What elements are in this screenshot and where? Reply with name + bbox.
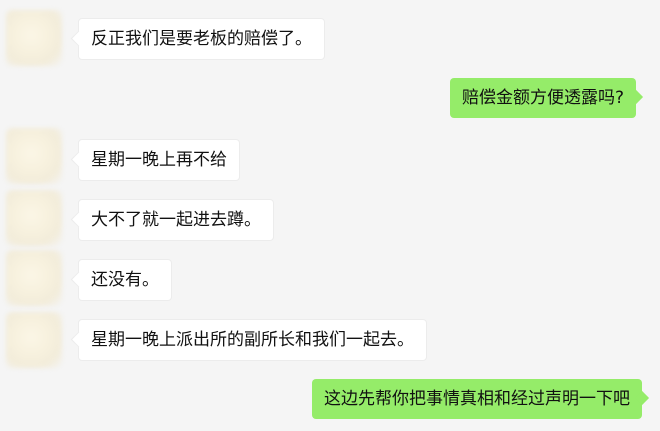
message-bubble-incoming[interactable]: 还没有。 (78, 259, 172, 301)
message-bubble-incoming[interactable]: 反正我们是要老板的赔偿了。 (78, 18, 325, 60)
message-bubble-outgoing[interactable]: 赔偿金额方便透露吗? (450, 78, 637, 118)
contact-avatar[interactable] (6, 190, 62, 246)
message-bubble-incoming[interactable]: 星期一晚上派出所的副所长和我们一起去。 (78, 319, 427, 361)
message-bubble-incoming[interactable]: 星期一晚上再不给 (78, 139, 240, 181)
chat-window: { "messages": [ {"side": "left", "text":… (0, 0, 660, 431)
message-bubble-outgoing[interactable]: 这边先帮你把事情真相和经过声明一下吧 (312, 379, 642, 419)
contact-avatar[interactable] (6, 250, 62, 306)
contact-avatar[interactable] (6, 312, 62, 368)
contact-avatar[interactable] (6, 10, 62, 66)
contact-avatar[interactable] (6, 128, 62, 184)
message-bubble-incoming[interactable]: 大不了就一起进去蹲。 (78, 199, 274, 241)
